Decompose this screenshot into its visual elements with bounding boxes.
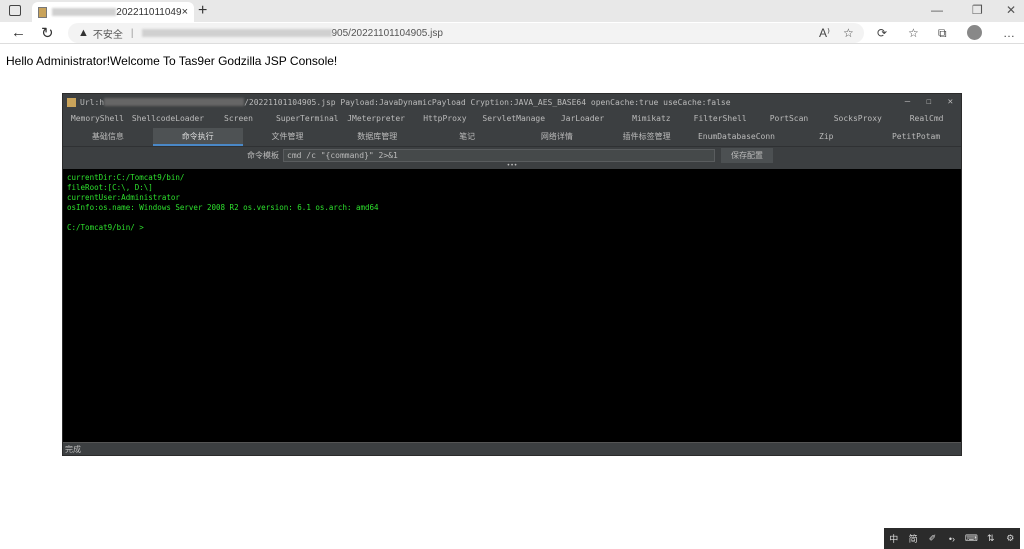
redacted-text — [52, 8, 117, 16]
cmd-template-input[interactable] — [283, 149, 715, 162]
terminal-line: osInfo:os.name: Windows Server 2008 R2 o… — [67, 203, 379, 212]
ime-button[interactable]: ⚙ — [1001, 533, 1020, 544]
plugin-tab[interactable]: RealCmd — [892, 110, 961, 128]
main-tab[interactable]: 数据库管理 — [332, 128, 422, 146]
ime-button[interactable]: 中 — [884, 532, 903, 545]
app-icon — [67, 97, 76, 107]
maximize-icon[interactable]: ☐ — [926, 97, 931, 107]
close-tab-icon[interactable]: × — [182, 6, 188, 18]
ime-button[interactable]: ✐ — [923, 533, 942, 544]
read-aloud-icon[interactable]: A⁾ — [819, 26, 830, 40]
tab-actions-icon[interactable] — [9, 5, 21, 16]
redacted-url — [141, 29, 332, 37]
plugin-tab[interactable]: HttpProxy — [411, 110, 480, 128]
main-tab[interactable]: 网络详情 — [512, 128, 602, 146]
plugin-tabs: MemoryShell ShellcodeLoader Screen SuperTer… — [63, 110, 961, 128]
favorites-icon[interactable]: ☆ — [908, 26, 919, 40]
ime-button[interactable]: ⌨ — [962, 533, 981, 544]
plugin-tab[interactable]: FilterShell — [686, 110, 755, 128]
plugin-tab[interactable]: ShellcodeLoader — [132, 110, 204, 128]
plugin-tab[interactable]: ServletManage — [479, 110, 548, 128]
browser-tab[interactable]: 202211011049 × — [32, 2, 194, 22]
close-icon[interactable]: ✕ — [948, 97, 953, 107]
cmd-template-label: 命令模板 — [247, 151, 279, 160]
minimize-icon[interactable]: — — [905, 97, 910, 107]
main-tab[interactable]: PetitPotam — [871, 128, 961, 146]
window-title-bar: Url:h /20221101104905.jsp Payload:JavaDy… — [63, 94, 961, 110]
godzilla-console-window: Url:h /20221101104905.jsp Payload:JavaDy… — [62, 93, 962, 456]
main-tab[interactable]: EnumDatabaseConn — [692, 128, 782, 146]
tab-strip: 202211011049 × + — ❐ ✕ — [0, 0, 1024, 22]
more-icon[interactable]: … — [1003, 26, 1015, 40]
plugin-tab[interactable]: Mimikatz — [617, 110, 686, 128]
security-label[interactable]: 不安全 — [93, 26, 123, 41]
terminal-line: currentDir:C:/Tomcat9/bin/ — [67, 173, 185, 182]
address-bar-row: ← ↻ ▲ 不安全 | 905/20221101104905.jsp A⁾ ☆ … — [0, 22, 1024, 44]
main-tabs: 基础信息 命令执行 文件管理 数据库管理 笔记 网络详情 插件标签管理 EnumDatabas… — [63, 128, 961, 146]
main-tab[interactable]: 文件管理 — [243, 128, 333, 146]
new-tab-button[interactable]: + — [198, 2, 207, 20]
terminal-line: currentUser:Administrator — [67, 193, 180, 202]
greeting-text: Hello Administrator!Welcome To Tas9er Go… — [6, 54, 338, 68]
plugin-tab[interactable]: JMeterpreter — [342, 110, 411, 128]
extensions-icon[interactable]: ⟳ — [877, 26, 887, 40]
url-text: 905/20221101104905.jsp — [331, 27, 443, 39]
plugin-tab[interactable]: JarLoader — [548, 110, 617, 128]
window-title: /20221101104905.jsp Payload:JavaDynamicP… — [244, 97, 731, 107]
ime-button[interactable]: •› — [942, 534, 961, 544]
refresh-icon[interactable]: ↻ — [41, 24, 54, 42]
back-icon[interactable]: ← — [11, 24, 26, 41]
main-tab[interactable]: 笔记 — [422, 128, 512, 146]
profile-avatar[interactable] — [967, 25, 982, 40]
status-bar: 完成 — [63, 442, 961, 456]
url-input[interactable]: ▲ 不安全 | 905/20221101104905.jsp — [68, 23, 864, 43]
ime-button[interactable]: 简 — [903, 532, 922, 545]
close-icon[interactable]: ✕ — [1006, 3, 1016, 17]
save-config-button[interactable]: 保存配置 — [721, 148, 773, 163]
plugin-tab[interactable]: SocksProxy — [823, 110, 892, 128]
ime-toolbar: 中简 ✐ •› ⌨ ⇅ ⚙ — [884, 528, 1020, 549]
main-tab[interactable]: 插件标签管理 — [602, 128, 692, 146]
plugin-tab[interactable]: MemoryShell — [63, 110, 132, 128]
terminal-line: fileRoot:[C:\, D:\] — [67, 183, 153, 192]
minimize-icon[interactable]: — — [931, 3, 943, 17]
divider: | — [130, 27, 134, 39]
redacted-url — [104, 98, 245, 106]
ime-button[interactable]: ⇅ — [981, 533, 1000, 544]
plugin-tab[interactable]: SuperTerminal — [273, 110, 342, 128]
terminal-line: C:/Tomcat9/bin/ > — [67, 223, 144, 232]
maximize-icon[interactable]: ❐ — [972, 3, 983, 17]
plugin-tab[interactable]: PortScan — [755, 110, 824, 128]
favorite-add-icon[interactable]: ☆ — [843, 26, 854, 40]
plugin-tab[interactable]: Screen — [204, 110, 273, 128]
main-tab[interactable]: 命令执行 — [152, 128, 243, 146]
title-prefix: Url:h — [80, 97, 105, 107]
warning-icon: ▲ — [78, 27, 89, 39]
main-tab[interactable]: 基础信息 — [63, 128, 153, 146]
main-tab[interactable]: Zip — [781, 128, 871, 146]
collections-icon[interactable]: ⧉ — [938, 26, 947, 41]
terminal-output[interactable]: currentDir:C:/Tomcat9/bin/fileRoot:[C:\,… — [63, 169, 961, 442]
favicon-icon — [38, 6, 48, 18]
tab-title: 202211011049 — [116, 6, 182, 18]
